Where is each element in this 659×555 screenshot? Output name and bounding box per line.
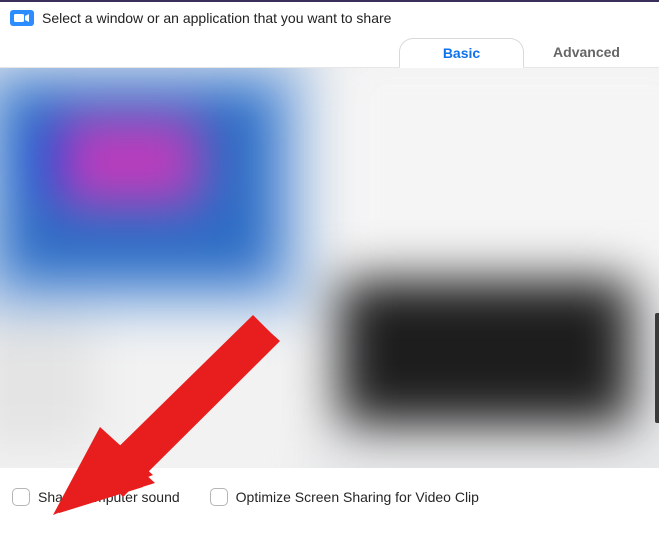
blurred-preview-content: [0, 68, 659, 468]
share-computer-sound-option[interactable]: Share computer sound: [12, 488, 180, 506]
share-sound-label: Share computer sound: [38, 489, 180, 505]
optimize-label: Optimize Screen Sharing for Video Clip: [236, 489, 479, 505]
optimize-video-option[interactable]: Optimize Screen Sharing for Video Clip: [210, 488, 479, 506]
checkbox-icon[interactable]: [210, 488, 228, 506]
dialog-header: Select a window or an application that y…: [0, 0, 659, 32]
scroll-handle[interactable]: [655, 313, 659, 423]
share-options-row: Share computer sound Optimize Screen Sha…: [0, 468, 659, 512]
share-tabs: Basic Advanced: [0, 32, 659, 68]
tab-basic[interactable]: Basic: [399, 38, 524, 68]
tab-advanced[interactable]: Advanced: [524, 37, 649, 67]
dialog-title: Select a window or an application that y…: [42, 10, 391, 26]
zoom-logo-icon: [10, 10, 34, 26]
checkbox-icon[interactable]: [12, 488, 30, 506]
share-source-grid[interactable]: [0, 68, 659, 468]
